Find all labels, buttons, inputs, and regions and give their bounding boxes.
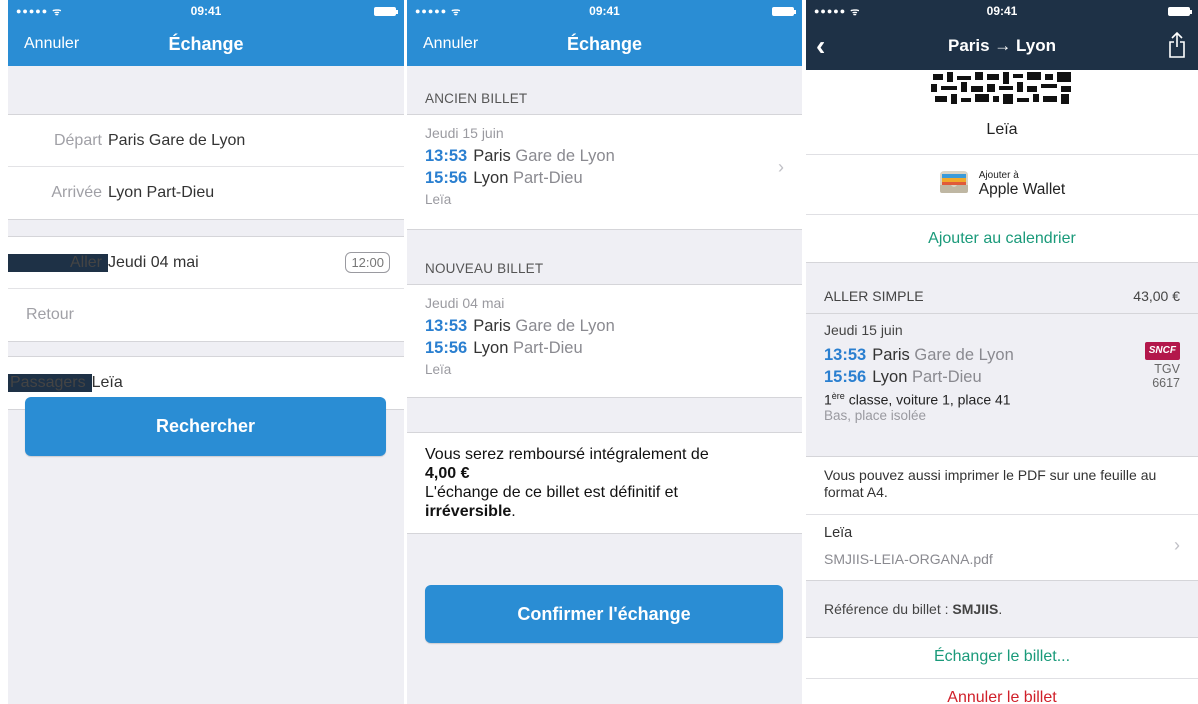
search-button[interactable]: Rechercher xyxy=(25,397,386,456)
departure-line: 13:53 Paris Gare de Lyon xyxy=(425,317,615,335)
wifi-icon: ᯤ xyxy=(52,7,63,18)
cancel-ticket-link[interactable]: Annuler le billet xyxy=(806,678,1198,704)
refund-notice: Vous serez remboursé intégralement de 4,… xyxy=(407,432,802,534)
battery-icon xyxy=(772,6,796,16)
old-ticket-header: ANCIEN BILLET xyxy=(425,91,528,106)
train-info: SNCF TGV 6617 xyxy=(1144,342,1180,390)
train-number: 6617 xyxy=(1152,376,1180,390)
ticket-passenger: Leïa xyxy=(425,362,452,377)
header: ●●●●● ᯤ 09:41 ‹ Paris → Lyon xyxy=(806,0,1198,70)
navbar: Annuler Échange xyxy=(8,22,404,66)
nav-title: Paris → Lyon xyxy=(947,36,1056,55)
seat-info: 1ère classe, voiture 1, place 41 xyxy=(824,391,1011,408)
barcode-image xyxy=(931,72,1075,108)
ticket-reference: Référence du billet : SMJIIS. xyxy=(806,580,1198,638)
signal-icon: ●●●●● ᯤ xyxy=(16,6,63,18)
arrival-value: Lyon Part-Dieu xyxy=(108,184,215,201)
trip-type: ALLER SIMPLE xyxy=(824,287,924,304)
outbound-value: Jeudi 04 mai xyxy=(108,253,199,271)
sncf-logo: SNCF xyxy=(1144,342,1180,360)
passengers-value: Leïa xyxy=(91,374,123,391)
departure-value: Paris Gare de Lyon xyxy=(108,131,246,149)
outbound-time-button[interactable]: 12:00 xyxy=(345,252,390,273)
share-icon[interactable] xyxy=(1168,31,1186,63)
wifi-icon: ᯤ xyxy=(451,7,462,18)
departure-line: 13:53 Paris Gare de Lyon xyxy=(425,147,615,165)
reference-label: Référence du billet : xyxy=(824,601,949,617)
trip-date: Jeudi 15 juin xyxy=(824,322,903,338)
add-to-wallet-button[interactable]: Ajouter à Apple Wallet xyxy=(806,154,1198,214)
screen-confirm-exchange: ●●●●● ᯤ 09:41 Annuler Échange ANCIEN BIL… xyxy=(407,0,802,704)
arrival-line: 15:56 Lyon Part-Dieu xyxy=(425,339,583,357)
confirm-exchange-button[interactable]: Confirmer l'échange xyxy=(425,585,783,643)
departure-label: Départ xyxy=(53,131,102,149)
battery-icon xyxy=(374,6,398,16)
clock: 09:41 xyxy=(190,4,222,18)
trip-price: 43,00 € xyxy=(1133,287,1180,304)
trip-summary: ALLER SIMPLE 43,00 € xyxy=(806,278,1198,314)
arrival-field[interactable]: Arrivée Lyon Part-Dieu xyxy=(8,167,404,219)
arrival-label: Arrivée xyxy=(51,184,102,201)
return-label: Retour xyxy=(25,306,74,323)
reference-value: SMJIIS xyxy=(952,601,999,617)
seat-detail: Bas, place isolée xyxy=(824,407,927,423)
signal-icon: ●●●●● ᯤ xyxy=(814,6,861,18)
spacer xyxy=(806,262,1198,278)
signal-icon: ●●●●● ᯤ xyxy=(415,6,462,18)
status-bar: ●●●●● ᯤ 09:41 xyxy=(806,0,1198,22)
old-ticket-card[interactable]: Jeudi 15 juin 13:53 Paris Gare de Lyon 15… xyxy=(407,114,802,230)
header: ●●●●● ᯤ 09:41 Annuler Échange xyxy=(8,0,404,66)
cancel-button[interactable]: Annuler xyxy=(423,35,478,53)
outbound-date-field[interactable]: Aller Jeudi 04 mai 12:00 xyxy=(8,237,404,289)
chevron-right-icon: › xyxy=(1174,535,1180,555)
pdf-notice: Vous pouvez aussi imprimer le PDF sur un… xyxy=(806,456,1198,514)
battery-icon xyxy=(1168,6,1192,16)
status-bar: ●●●●● ᯤ 09:41 xyxy=(407,0,802,22)
passenger-name: Leïa xyxy=(806,118,1198,154)
status-bar: ●●●●● ᯤ 09:41 xyxy=(8,0,404,22)
trip-card: Jeudi 15 juin 13:53 Paris Gare de Lyon 15… xyxy=(806,314,1198,456)
passengers-label: Passagers xyxy=(8,374,92,392)
screen-search-exchange: ●●●●● ᯤ 09:41 Annuler Échange Départ Par… xyxy=(8,0,404,704)
arrival-line: 15:56 Lyon Part-Dieu xyxy=(824,368,982,386)
departure-field[interactable]: Départ Paris Gare de Lyon xyxy=(8,115,404,167)
pdf-filename: SMJIIS-LEIA-ORGANA.pdf xyxy=(824,551,993,567)
clock: 09:41 xyxy=(986,4,1018,18)
exchange-ticket-link[interactable]: Échanger le billet... xyxy=(806,638,1198,678)
add-to-calendar-link[interactable]: Ajouter au calendrier xyxy=(806,214,1198,262)
route-group: Départ Paris Gare de Lyon Arrivée Lyon P… xyxy=(8,114,404,220)
new-ticket-card: Jeudi 04 mai 13:53 Paris Gare de Lyon 15:… xyxy=(407,284,802,398)
pdf-row[interactable]: Leïa SMJIIS-LEIA-ORGANA.pdf › xyxy=(806,514,1198,580)
ticket-date: Jeudi 15 juin xyxy=(425,125,504,141)
pdf-name: Leïa xyxy=(824,525,853,541)
cancel-button[interactable]: Annuler xyxy=(24,35,79,53)
ticket-passenger: Leïa xyxy=(425,192,452,207)
ticket-date: Jeudi 04 mai xyxy=(425,295,505,311)
wifi-icon: ᯤ xyxy=(850,7,861,18)
navbar: Annuler Échange xyxy=(407,22,802,66)
arrival-line: 15:56 Lyon Part-Dieu xyxy=(425,169,583,187)
departure-line: 13:53 Paris Gare de Lyon xyxy=(824,346,1014,364)
clock: 09:41 xyxy=(589,4,620,18)
outbound-label: Aller xyxy=(8,253,108,272)
navbar: ‹ Paris → Lyon xyxy=(806,22,1198,70)
wallet-label: Apple Wallet xyxy=(978,180,1066,198)
train-type: TGV xyxy=(1154,362,1180,376)
chevron-right-icon: › xyxy=(778,157,784,177)
dates-group: Aller Jeudi 04 mai 12:00 Retour xyxy=(8,236,404,342)
back-chevron-icon[interactable]: ‹ xyxy=(816,32,825,60)
screen-ticket-detail: ●●●●● ᯤ 09:41 ‹ Paris → Lyon Leïa Ajoute… xyxy=(806,0,1198,704)
new-ticket-header: NOUVEAU BILLET xyxy=(425,261,544,276)
wallet-icon xyxy=(939,170,969,199)
header: ●●●●● ᯤ 09:41 Annuler Échange xyxy=(407,0,802,66)
return-date-field[interactable]: Retour xyxy=(8,289,404,341)
